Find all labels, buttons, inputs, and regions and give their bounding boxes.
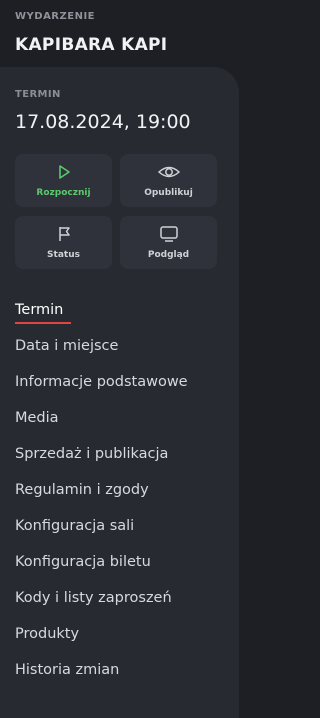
nav-item-label: Data i miejsce xyxy=(15,338,119,354)
eye-icon xyxy=(157,162,181,182)
event-name: KAPIBARA KAPI xyxy=(15,35,168,55)
nav-item-regulamin-i-zgody[interactable]: Regulamin i zgody xyxy=(15,482,149,498)
nav-item-kody-i-listy-zaproszen[interactable]: Kody i listy zaproszeń xyxy=(15,590,172,606)
publish-button-label: Opublikuj xyxy=(144,188,193,198)
nav-item-label: Termin xyxy=(15,302,64,318)
active-underline xyxy=(15,322,71,324)
nav-item-label: Konfiguracja biletu xyxy=(15,554,151,570)
nav-item-label: Produkty xyxy=(15,626,80,642)
nav-item-informacje-podstawowe[interactable]: Informacje podstawowe xyxy=(15,374,188,390)
nav-item-label: Historia zmian xyxy=(15,662,120,678)
start-button[interactable]: Rozpocznij xyxy=(15,154,112,207)
monitor-icon xyxy=(159,224,179,244)
status-button-label: Status xyxy=(47,250,80,260)
event-kicker: WYDARZENIE xyxy=(15,11,96,22)
nav-item-label: Sprzedaż i publikacja xyxy=(15,446,169,462)
nav-item-historia-zmian[interactable]: Historia zmian xyxy=(15,662,119,678)
play-icon xyxy=(55,162,73,182)
nav-item-label: Media xyxy=(15,410,59,426)
nav-item-label: Informacje podstawowe xyxy=(15,374,188,390)
nav-item-label: Kody i listy zaproszeń xyxy=(15,590,172,606)
event-header: WYDARZENIE KAPIBARA KAPI xyxy=(0,0,247,70)
nav-item-konfiguracja-sali[interactable]: Konfiguracja sali xyxy=(15,518,134,534)
nav-item-sprzedaz-i-publikacja[interactable]: Sprzedaż i publikacja xyxy=(15,446,168,462)
nav-item-label: Konfiguracja sali xyxy=(15,518,135,534)
nav-item-konfiguracja-biletu[interactable]: Konfiguracja biletu xyxy=(15,554,151,570)
publish-button[interactable]: Opublikuj xyxy=(120,154,217,207)
nav-item-media[interactable]: Media xyxy=(15,410,59,426)
term-kicker: TERMIN xyxy=(15,89,61,100)
nav-item-data-i-miejsce[interactable]: Data i miejsce xyxy=(15,338,118,354)
nav-item-label: Regulamin i zgody xyxy=(15,482,149,498)
term-value: 17.08.2024, 19:00 xyxy=(15,111,191,133)
preview-button-label: Podgląd xyxy=(147,250,190,260)
flag-icon xyxy=(55,224,73,244)
nav-item-termin[interactable]: Termin xyxy=(15,302,71,324)
status-button[interactable]: Status xyxy=(15,216,112,269)
start-button-label: Rozpocznij xyxy=(36,188,91,198)
nav-item-produkty[interactable]: Produkty xyxy=(15,626,79,642)
preview-button[interactable]: Podgląd xyxy=(120,216,217,269)
